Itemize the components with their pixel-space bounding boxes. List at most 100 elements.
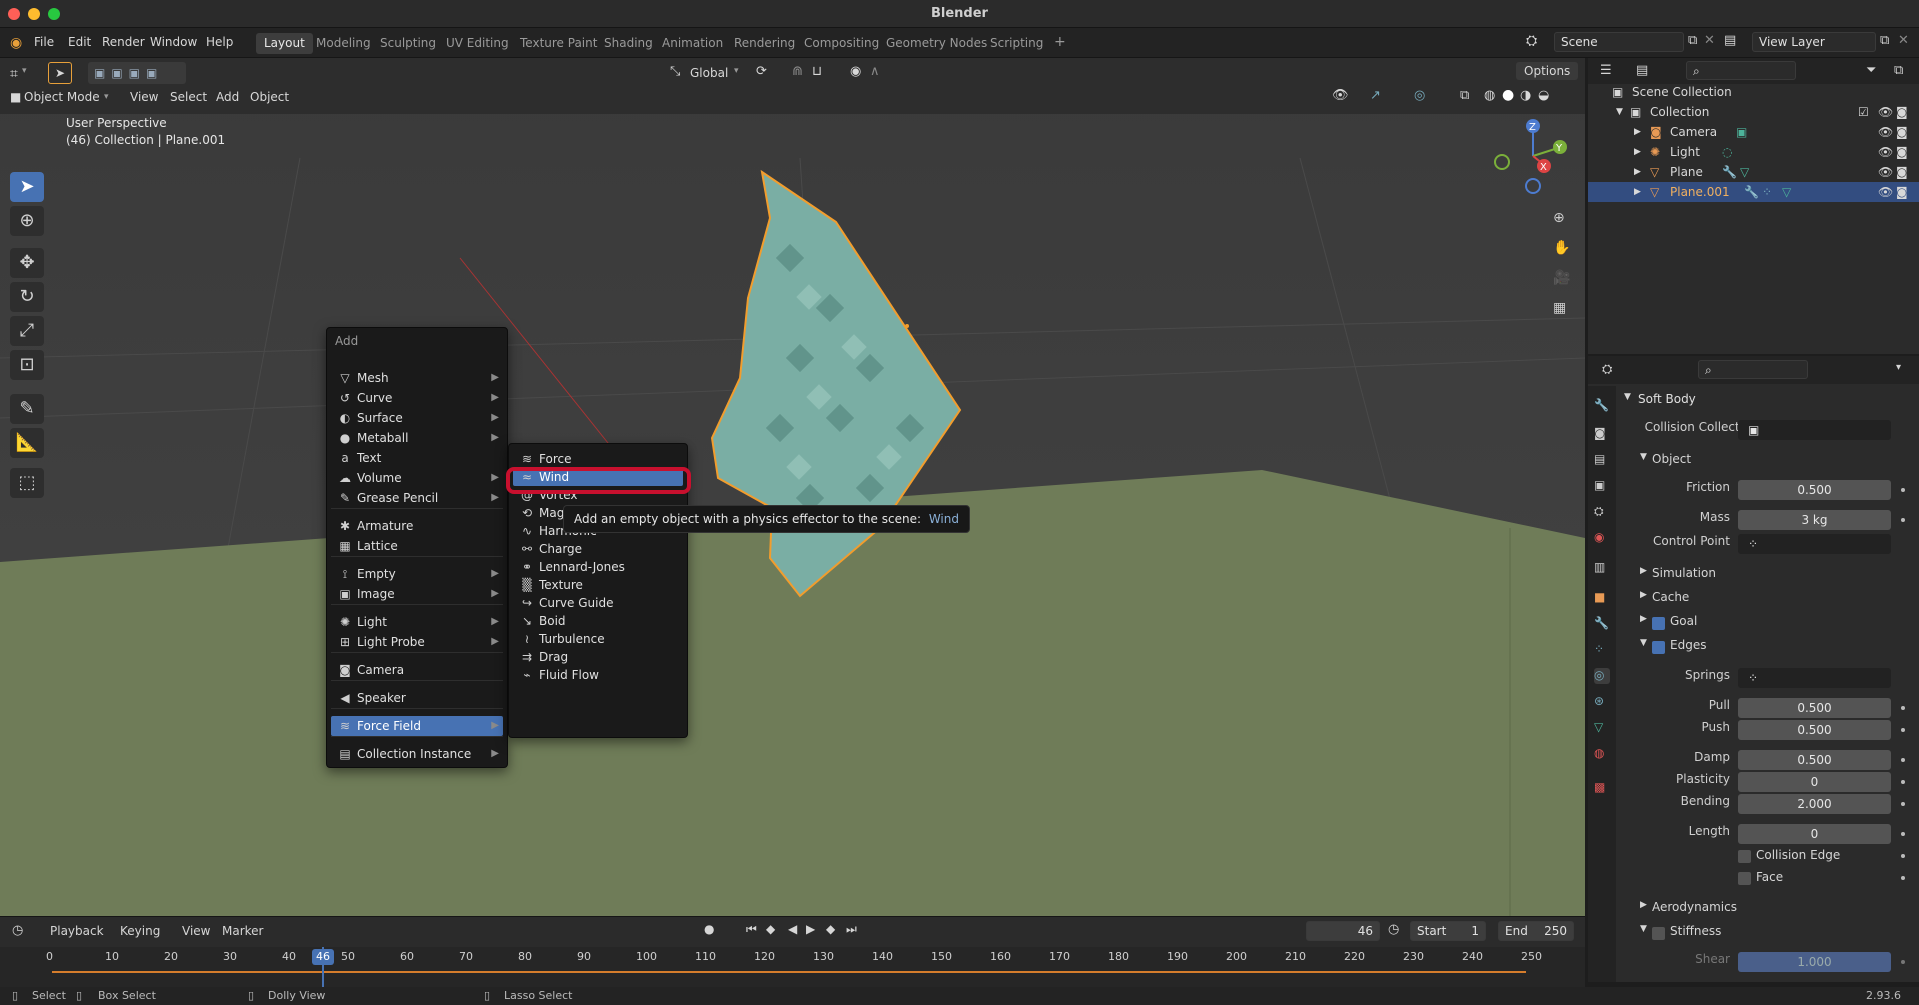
cursor-tool-icon[interactable]: ⊕ [10, 206, 44, 236]
end-frame-field[interactable]: End 250 [1498, 921, 1574, 941]
scale-tool-icon[interactable]: ⤢ [10, 316, 44, 346]
menu-render[interactable]: Render [102, 35, 145, 49]
object-section-header[interactable]: ▼ Object [1588, 452, 1919, 474]
editor-type-icon[interactable]: ◷ [12, 923, 23, 938]
camera-render-icon[interactable]: ◙ [1896, 102, 1908, 122]
outliner-scene-collection[interactable]: ▣ Scene Collection [1588, 82, 1919, 102]
outliner-collection[interactable]: ▼ ▣ Collection ☑ 👁 ◙ [1588, 102, 1919, 122]
start-frame-field[interactable]: Start 1 [1410, 921, 1486, 941]
orientation-dropdown[interactable]: Global [690, 66, 728, 80]
plasticity-field[interactable]: 0 [1738, 772, 1891, 792]
chevron-down-icon[interactable]: ▼ [1624, 392, 1631, 402]
tab-compositing[interactable]: Compositing [796, 33, 887, 54]
keyframe-dot-icon[interactable] [1901, 780, 1905, 784]
add-menu-item-force-field[interactable]: ≋ Force Field ▶ [331, 716, 503, 736]
edges-checkbox[interactable] [1652, 641, 1665, 654]
outliner-item-camera[interactable]: ▶ ◙ Camera ▣ 👁 ◙ [1588, 122, 1919, 142]
annotate-tool-icon[interactable]: ✎ [10, 394, 44, 424]
force-field-item-wind[interactable]: ≈ Wind [513, 468, 683, 486]
mesh-data-icon[interactable]: ▽ [1782, 182, 1791, 202]
zoom-view-icon[interactable]: ⊕ [1553, 210, 1565, 226]
goal-checkbox[interactable] [1652, 617, 1665, 630]
current-frame-field[interactable]: 46 [1306, 921, 1380, 941]
eye-icon[interactable]: 👁 [1878, 122, 1893, 142]
viewport-scene[interactable] [0, 58, 1585, 916]
force-field-item-charge[interactable]: ⚯ Charge [513, 540, 683, 558]
mesh-data-icon[interactable]: ▽ [1740, 162, 1749, 182]
soft-body-panel-header[interactable]: ▼ Soft Body [1588, 392, 1919, 414]
chevron-down-icon[interactable]: ▼ [1640, 924, 1647, 934]
viewport-3d[interactable]: ⌗ ▾ ➤ ▣▣▣▣ ⤡ Global ▾ ⟳ ⋒ ⊔ ◉ ∧ Options … [0, 58, 1585, 916]
new-scene-icon[interactable]: ⧉ [1688, 33, 1697, 48]
add-workspace-icon[interactable]: + [1046, 33, 1074, 54]
add-menu-item-image[interactable]: ▣ Image ▶ [331, 584, 503, 604]
menu-keying[interactable]: Keying [120, 924, 160, 938]
chevron-down-icon[interactable]: ▼ [1616, 102, 1623, 122]
force-field-item-lennard-jones[interactable]: ⚭ Lennard-Jones [513, 558, 683, 576]
keyframe-dot-icon[interactable] [1901, 876, 1905, 880]
light-data-icon[interactable]: ◌ [1722, 142, 1732, 162]
collision-edge-checkbox[interactable] [1738, 850, 1751, 863]
outliner-search-input[interactable]: ⌕ [1686, 61, 1796, 80]
rendered-shading-icon[interactable]: ◒ [1538, 88, 1549, 103]
damp-field[interactable]: 0.500 [1738, 750, 1891, 770]
stiffness-section-header[interactable]: ▼ Stiffness [1588, 924, 1919, 946]
editor-type-icon[interactable]: ⛭ [1602, 362, 1612, 377]
mass-field[interactable]: 3 kg [1738, 510, 1891, 530]
add-menu-item-volume[interactable]: ☁ Volume ▶ [331, 468, 503, 488]
control-point-field[interactable]: ⁘ [1738, 534, 1891, 554]
outliner-item-plane[interactable]: ▶ ▽ Plane 🔧 ▽ 👁 ◙ [1588, 162, 1919, 182]
scene-selector-icon[interactable]: ⛭ [1526, 33, 1537, 49]
add-cube-tool-icon[interactable]: ⬚ [10, 468, 44, 498]
record-icon[interactable]: ● [704, 922, 714, 936]
timeline-track[interactable]: 0 10 20 30 40 50 60 70 80 90 100 110 120 130 140 150 160… [0, 947, 1585, 991]
filter-icon[interactable]: ⏷ [1866, 63, 1876, 78]
pivot-point-icon[interactable]: ⟳ [756, 64, 767, 79]
chevron-right-icon[interactable]: ▶ [1634, 162, 1641, 182]
menu-timeline-view[interactable]: View [182, 924, 210, 938]
add-menu-item-speaker[interactable]: ◀ Speaker [331, 688, 503, 708]
remove-scene-icon[interactable]: ✕ [1704, 33, 1715, 48]
gizmo-icon[interactable]: ↗ [1370, 88, 1381, 103]
force-field-item-boid[interactable]: ↘ Boid [513, 612, 683, 630]
face-row[interactable]: Face [1588, 868, 1919, 890]
pan-view-icon[interactable]: ✋ [1553, 240, 1570, 256]
play-reverse-icon[interactable]: ◀ [788, 922, 797, 936]
wireframe-shading-icon[interactable]: ◍ [1484, 88, 1495, 103]
snap-icon[interactable]: ⋒ [792, 64, 803, 79]
menu-add[interactable]: Add [216, 90, 239, 104]
jump-end-icon[interactable]: ⏭ [846, 922, 857, 937]
play-icon[interactable]: ▶ [806, 922, 815, 936]
bending-field[interactable]: 2.000 [1738, 794, 1891, 814]
eye-icon[interactable]: 👁 [1878, 102, 1893, 122]
snap-target-icon[interactable]: ⊔ [812, 64, 822, 79]
menu-help[interactable]: Help [206, 35, 233, 49]
menu-select[interactable]: Select [170, 90, 207, 104]
goal-section-header[interactable]: ▶ Goal [1588, 614, 1919, 636]
camera-view-icon[interactable]: 🎥 [1553, 270, 1570, 286]
friction-field[interactable]: 0.500 [1738, 480, 1891, 500]
shear-field[interactable]: 1.000 [1738, 952, 1891, 972]
camera-data-icon[interactable]: ▣ [1736, 122, 1747, 142]
chevron-right-icon[interactable]: ▶ [1640, 900, 1647, 910]
rotate-tool-icon[interactable]: ↻ [10, 282, 44, 312]
push-field[interactable]: 0.500 [1738, 720, 1891, 740]
keyframe-dot-icon[interactable] [1901, 854, 1905, 858]
chevron-down-icon[interactable]: ▾ [1896, 362, 1901, 373]
outliner-item-light[interactable]: ▶ ✺ Light ◌ 👁 ◙ [1588, 142, 1919, 162]
menu-edit[interactable]: Edit [68, 35, 91, 49]
springs-field[interactable]: ⁘ [1738, 668, 1891, 688]
face-checkbox[interactable] [1738, 872, 1751, 885]
force-field-item-turbulence[interactable]: ≀ Turbulence [513, 630, 683, 648]
object-mode-dropdown[interactable]: Object Mode [24, 90, 100, 104]
navigation-gizmo[interactable]: Z Y X [1488, 116, 1568, 196]
force-field-item-texture[interactable]: ▒ Texture [513, 576, 683, 594]
tab-layout[interactable]: Layout [256, 33, 313, 54]
keyframe-dot-icon[interactable] [1901, 802, 1905, 806]
edges-section-header[interactable]: ▼ Edges [1588, 638, 1919, 660]
keyframe-dot-icon[interactable] [1901, 706, 1905, 710]
new-collection-icon[interactable]: ⧉ [1894, 63, 1903, 78]
chevron-right-icon[interactable]: ▶ [1634, 182, 1641, 202]
move-tool-icon[interactable]: ✥ [10, 248, 44, 278]
menu-view[interactable]: View [130, 90, 158, 104]
